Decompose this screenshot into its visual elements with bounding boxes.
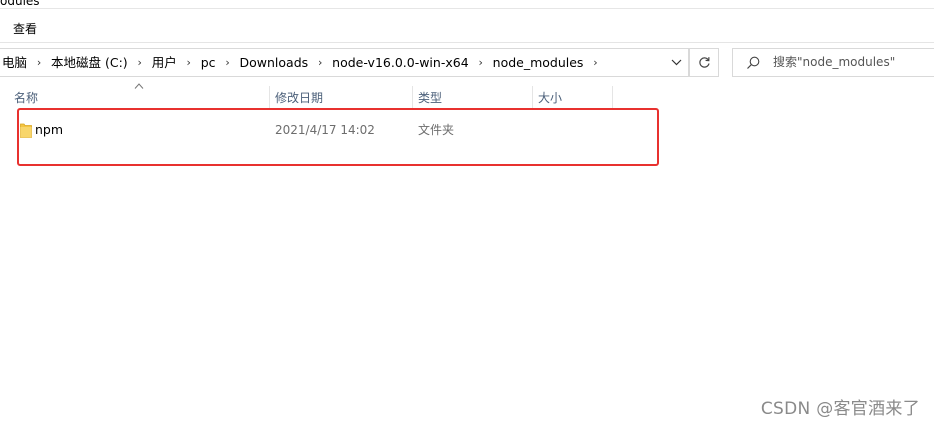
breadcrumb: 电脑 › 本地磁盘 (C:) › 用户 › pc › Downloads › n… (0, 49, 605, 76)
breadcrumb-item-users[interactable]: 用户 (150, 49, 179, 76)
chevron-right-icon[interactable]: › (179, 49, 199, 76)
breadcrumb-item-pc[interactable]: pc (199, 49, 218, 76)
refresh-icon (698, 57, 710, 68)
breadcrumb-item-node-modules[interactable]: node_modules (491, 49, 586, 76)
search-icon (747, 56, 760, 69)
chevron-right-icon[interactable]: › (585, 49, 605, 76)
chevron-down-icon (671, 59, 681, 66)
ribbon-divider (0, 42, 934, 43)
breadcrumb-item-local-disk[interactable]: 本地磁盘 (C:) (49, 49, 130, 76)
refresh-button[interactable] (689, 48, 719, 77)
annotation-highlight-box (17, 108, 659, 166)
breadcrumb-item-node-folder[interactable]: node-v16.0.0-win-x64 (330, 49, 470, 76)
column-header-modified[interactable]: 修改日期 (269, 86, 412, 110)
watermark: CSDN @客官酒来了 (760, 399, 920, 419)
search-placeholder: 搜索"node_modules" (773, 55, 896, 69)
address-bar[interactable]: 电脑 › 本地磁盘 (C:) › 用户 › pc › Downloads › n… (0, 48, 689, 77)
file-explorer-window: odules 查看 电脑 › 本地磁盘 (C:) › 用户 › pc › Dow… (0, 0, 934, 424)
chevron-right-icon[interactable]: › (130, 49, 150, 76)
title-divider (0, 8, 934, 9)
breadcrumb-item-downloads[interactable]: Downloads (238, 49, 311, 76)
chevron-right-icon[interactable]: › (218, 49, 238, 76)
breadcrumb-item-this-pc[interactable]: 电脑 (0, 49, 29, 76)
chevron-right-icon[interactable]: › (471, 49, 491, 76)
column-header-type[interactable]: 类型 (412, 86, 532, 110)
search-input[interactable]: 搜索"node_modules" (732, 48, 934, 77)
ribbon-tab-view[interactable]: 查看 (13, 20, 37, 38)
column-header-name[interactable]: 名称 (8, 86, 270, 110)
chevron-right-icon[interactable]: › (29, 49, 49, 76)
column-divider[interactable] (612, 86, 613, 110)
chevron-right-icon[interactable]: › (310, 49, 330, 76)
column-header-size[interactable]: 大小 (532, 86, 612, 110)
window-title: odules (0, 0, 40, 8)
address-history-dropdown[interactable] (664, 49, 688, 76)
